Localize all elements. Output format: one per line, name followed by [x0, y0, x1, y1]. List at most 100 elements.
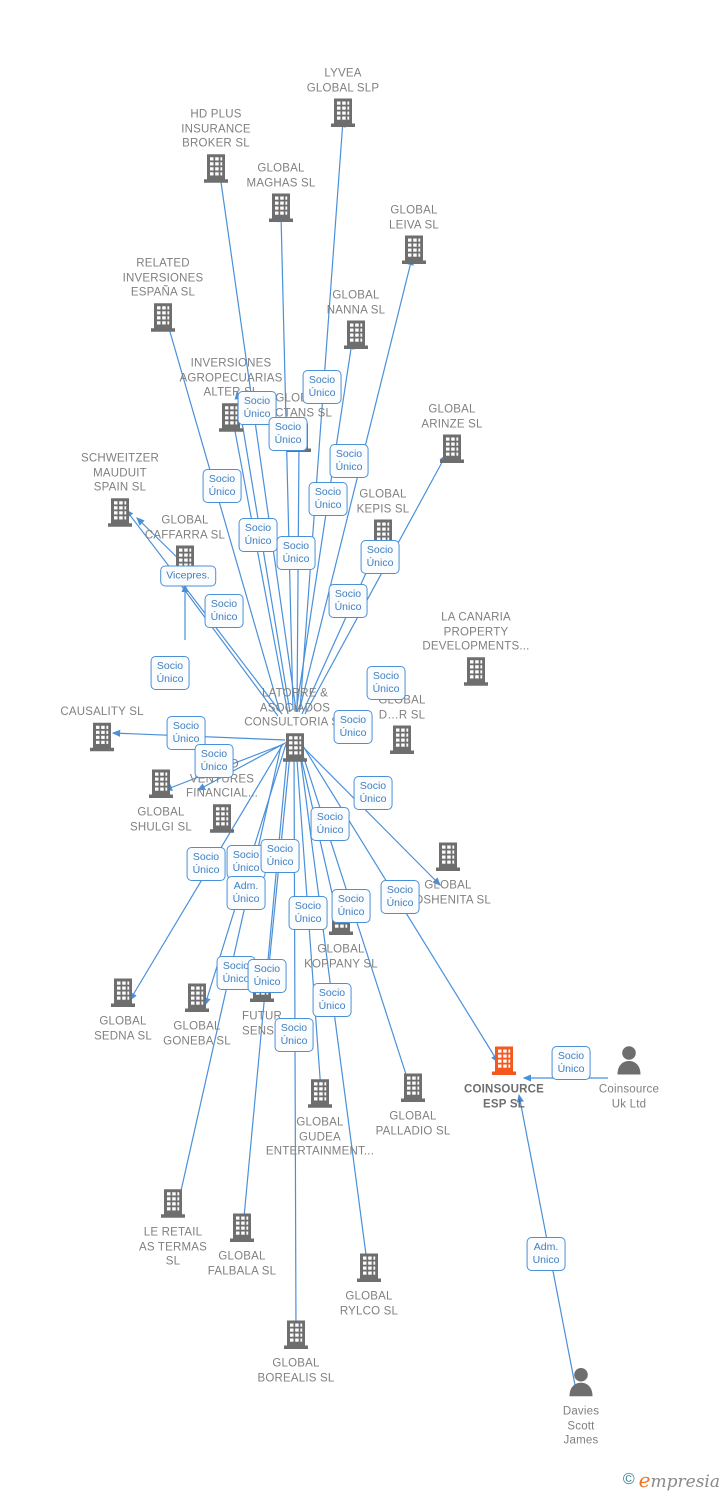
- node-label: GLOBAL PALLADIO SL: [375, 1110, 451, 1138]
- node-label: Davies Scott James: [562, 1405, 600, 1447]
- person-icon: [617, 1046, 641, 1075]
- brand-name: mpresia: [650, 1472, 721, 1492]
- building-icon: [151, 302, 175, 332]
- building-icon: [401, 1073, 425, 1102]
- building-icon: [282, 1319, 310, 1356]
- building-icon: [269, 193, 293, 222]
- person-icon: [569, 1367, 593, 1397]
- relation-label[interactable]: Socio Único: [308, 482, 348, 516]
- building-icon: [228, 1212, 256, 1249]
- relation-label[interactable]: Socio Único: [204, 594, 244, 628]
- relation-label[interactable]: Vicepres.: [160, 565, 216, 587]
- node-gudea[interactable]: GLOBAL GUDEA ENTERTAINMENT...: [260, 1077, 380, 1159]
- building-icon: [357, 1253, 381, 1282]
- relation-label[interactable]: Adm. Único: [226, 876, 266, 910]
- watermark: © empresia: [623, 1468, 720, 1492]
- node-borealis[interactable]: GLOBAL BOREALIS SL: [236, 1319, 356, 1386]
- relation-label[interactable]: Socio Único: [380, 880, 420, 914]
- relation-label[interactable]: Socio Único: [276, 536, 316, 570]
- relation-label[interactable]: Socio Único: [329, 444, 369, 478]
- relation-label[interactable]: Socio Único: [551, 1046, 591, 1080]
- relation-label[interactable]: Socio Único: [274, 1018, 314, 1052]
- relation-label[interactable]: Socio Único: [360, 540, 400, 574]
- relation-label[interactable]: Socio Único: [238, 518, 278, 552]
- relation-label[interactable]: Socio Único: [202, 469, 242, 503]
- building-icon: [281, 731, 309, 768]
- building-icon: [434, 841, 462, 878]
- relation-label[interactable]: Socio Único: [268, 417, 308, 451]
- node-label: LA CANARIA PROPERTY DEVELOPMENTS...: [422, 611, 530, 653]
- relation-label[interactable]: Socio Único: [288, 896, 328, 930]
- node-nanna[interactable]: GLOBAL NANNA SL: [296, 289, 416, 356]
- person-icon: [614, 1045, 644, 1082]
- relation-label[interactable]: Socio Único: [310, 807, 350, 841]
- node-arinze[interactable]: GLOBAL ARINZE SL: [392, 403, 512, 470]
- building-icon: [109, 977, 137, 1014]
- node-label: COINSOURCE ESP SL: [464, 1083, 544, 1111]
- building-icon: [388, 724, 416, 761]
- node-label: LYVEA GLOBAL SLP: [306, 67, 380, 95]
- relation-label[interactable]: Adm. Unico: [526, 1237, 566, 1271]
- node-label: Coinsource Uk Ltd: [598, 1083, 660, 1111]
- node-label: GLOBAL ARINZE SL: [421, 403, 483, 431]
- building-icon: [284, 1320, 308, 1349]
- relation-label[interactable]: Socio Único: [302, 370, 342, 404]
- building-icon: [402, 235, 426, 264]
- node-rylco[interactable]: GLOBAL RYLCO SL: [309, 1252, 429, 1319]
- brand-initial: e: [638, 1468, 651, 1492]
- node-label: GLOBAL GONEBA SL: [163, 1020, 231, 1048]
- node-label: GLOBAL KOPPANY SL: [304, 943, 378, 971]
- building-icon: [183, 982, 211, 1019]
- edge: [277, 213, 294, 711]
- node-label: SCHWEITZER MAUDUIT SPAIN SL: [80, 452, 160, 494]
- node-maghas[interactable]: GLOBAL MAGHAS SL: [221, 162, 341, 229]
- building-icon: [149, 769, 173, 798]
- relation-label[interactable]: Socio Único: [312, 983, 352, 1017]
- building-icon: [344, 320, 368, 349]
- relation-label[interactable]: Socio Único: [366, 666, 406, 700]
- building-icon: [462, 655, 490, 692]
- node-label: GLOBAL RYLCO SL: [339, 1290, 399, 1318]
- relation-label[interactable]: Socio Único: [194, 744, 234, 778]
- relation-label[interactable]: Socio Único: [150, 656, 190, 690]
- relation-label[interactable]: Socio Único: [260, 839, 300, 873]
- building-icon: [185, 983, 209, 1012]
- node-lyvea[interactable]: LYVEA GLOBAL SLP: [283, 67, 403, 134]
- building-icon: [149, 301, 177, 338]
- building-icon: [440, 434, 464, 463]
- org-network-diagram: LYVEA GLOBAL SLP HD PLUS INSURANCE BROKER…: [0, 0, 728, 1500]
- relation-label[interactable]: Socio Único: [333, 710, 373, 744]
- node-falbala[interactable]: GLOBAL FALBALA SL: [182, 1212, 302, 1279]
- building-icon: [308, 1079, 332, 1108]
- building-icon: [267, 192, 295, 229]
- building-icon: [111, 978, 135, 1007]
- building-icon: [400, 234, 428, 271]
- node-label: GLOBAL KEPIS SL: [356, 488, 410, 516]
- copyright-icon: ©: [622, 1471, 635, 1488]
- node-label: LATORRE & ASOCIADOS CONSULTORIA SL: [244, 687, 345, 729]
- node-label: GLOBAL BOREALIS SL: [257, 1357, 335, 1385]
- node-label: GLOBAL NANNA SL: [326, 289, 386, 317]
- node-label: GLOBAL GUDEA ENTERTAINMENT...: [265, 1116, 375, 1158]
- building-icon: [399, 1072, 427, 1109]
- node-davies[interactable]: Davies Scott James: [521, 1366, 641, 1448]
- node-related[interactable]: RELATED INVERSIONES ESPAÑA SL: [103, 256, 223, 338]
- relation-label[interactable]: Socio Único: [328, 584, 368, 618]
- building-icon: [90, 722, 114, 751]
- node-leiva[interactable]: GLOBAL LEIVA SL: [354, 204, 474, 271]
- person-icon: [566, 1366, 596, 1403]
- building-icon: [490, 1045, 518, 1082]
- node-label: CAUSALITY SL: [60, 705, 144, 718]
- building-icon: [438, 433, 466, 470]
- node-label: GLOBAL CAFFARRA SL: [144, 514, 226, 542]
- node-goneba[interactable]: GLOBAL GONEBA SL: [137, 982, 257, 1049]
- relation-label[interactable]: Socio Único: [186, 847, 226, 881]
- relation-label[interactable]: Socio Único: [331, 889, 371, 923]
- relation-label[interactable]: Socio Único: [247, 959, 287, 993]
- building-icon: [492, 1046, 516, 1075]
- node-lacanaria[interactable]: LA CANARIA PROPERTY DEVELOPMENTS...: [416, 610, 536, 692]
- node-causality[interactable]: CAUSALITY SL: [42, 705, 162, 758]
- building-icon: [283, 732, 307, 762]
- building-icon: [355, 1252, 383, 1289]
- relation-label[interactable]: Socio Único: [353, 776, 393, 810]
